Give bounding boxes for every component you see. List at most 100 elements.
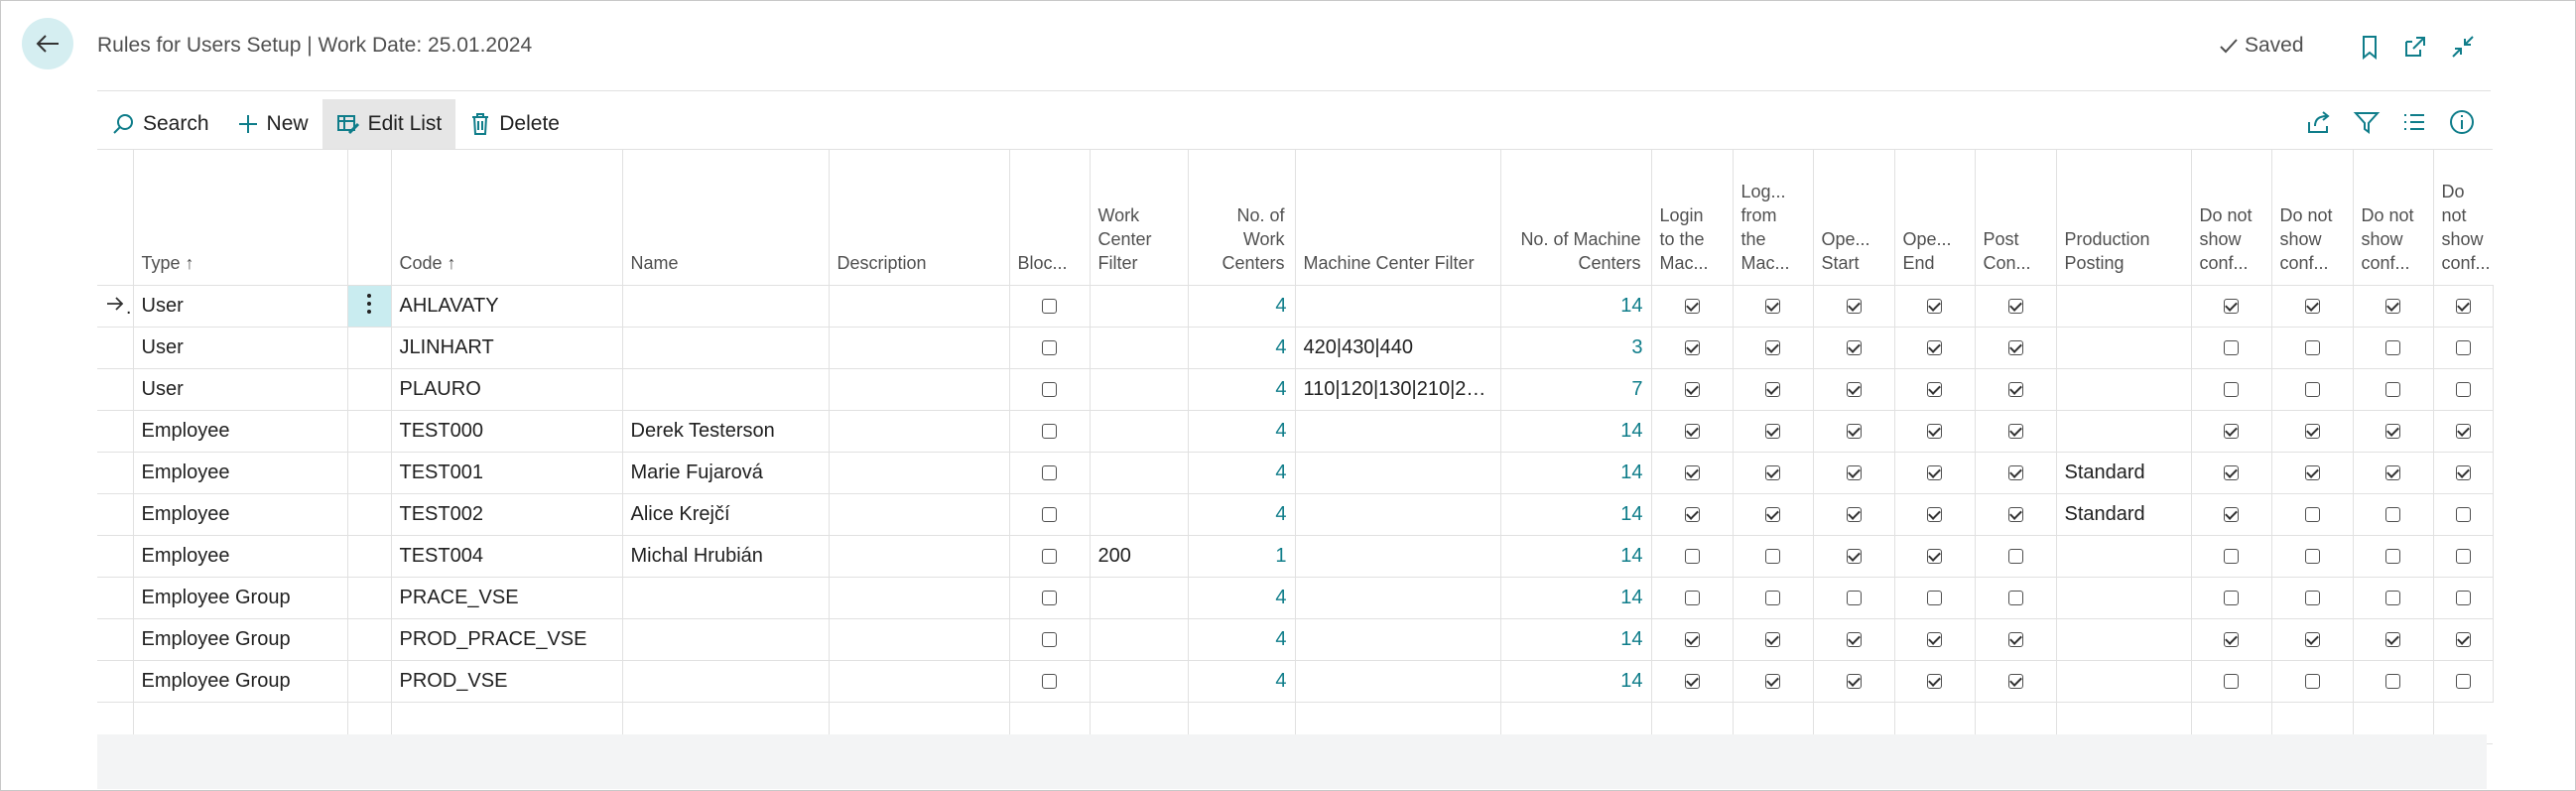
cell-no-machine-centers[interactable]: 14	[1499, 535, 1651, 578]
do-not-show-checkbox[interactable]	[2455, 382, 2471, 398]
cell-post[interactable]	[1974, 285, 2056, 328]
op_start-checkbox[interactable]	[1846, 382, 1862, 398]
blocked-checkbox[interactable]	[1042, 424, 1057, 440]
cell-op_start[interactable]	[1812, 493, 1894, 536]
login-checkbox[interactable]	[1684, 674, 1700, 690]
cell-post[interactable]	[1974, 618, 2056, 661]
op_end-checkbox[interactable]	[1927, 507, 1942, 523]
cell-description[interactable]	[828, 493, 1009, 536]
row-actions[interactable]	[346, 660, 391, 703]
cell-do-not-show-d1[interactable]	[2190, 285, 2271, 328]
login-checkbox[interactable]	[1684, 549, 1700, 565]
cell-post[interactable]	[1974, 327, 2056, 369]
do-not-show-checkbox[interactable]	[2224, 465, 2239, 481]
do-not-show-checkbox[interactable]	[2304, 549, 2320, 565]
table-row[interactable]: Employee Group PROD_PRACE_VSE 4 14	[97, 618, 2493, 661]
row-actions[interactable]	[346, 452, 391, 494]
cell-do-not-show-d2[interactable]	[2270, 493, 2353, 536]
cell-login[interactable]	[1650, 535, 1733, 578]
cell-login[interactable]	[1650, 577, 1733, 619]
cell-work-center-filter[interactable]	[1089, 660, 1188, 703]
cell-do-not-show-d1[interactable]	[2190, 452, 2271, 494]
col-post-consumption[interactable]: Post Con...	[1974, 149, 2056, 286]
cell-no-work-centers[interactable]: 4	[1187, 327, 1295, 369]
cell-do-not-show-d4[interactable]	[2432, 452, 2493, 494]
cell-post[interactable]	[1974, 660, 2056, 703]
cell-do-not-show-d4[interactable]	[2432, 577, 2493, 619]
do-not-show-checkbox[interactable]	[2455, 632, 2471, 648]
cell-op_end[interactable]	[1893, 452, 1975, 494]
cell-type[interactable]: Employee Group	[132, 577, 347, 619]
cell-post[interactable]	[1974, 493, 2056, 536]
cell-post[interactable]	[1974, 577, 2056, 619]
cell-no-machine-centers[interactable]: 14	[1499, 410, 1651, 453]
cell-no-work-centers[interactable]: 4	[1187, 368, 1295, 411]
cell-logout[interactable]	[1732, 368, 1813, 411]
cell-do-not-show-d3[interactable]	[2352, 368, 2433, 411]
logout-checkbox[interactable]	[1765, 382, 1780, 398]
cell-name[interactable]: Marie Fujarová	[621, 452, 829, 494]
cell-op_end[interactable]	[1893, 368, 1975, 411]
login-checkbox[interactable]	[1684, 465, 1700, 481]
cell-code[interactable]: TEST001	[390, 452, 622, 494]
cell-do-not-show-d3[interactable]	[2352, 285, 2433, 328]
op_start-checkbox[interactable]	[1846, 674, 1862, 690]
blocked-checkbox[interactable]	[1042, 507, 1057, 523]
op_end-checkbox[interactable]	[1927, 465, 1942, 481]
cell-post[interactable]	[1974, 368, 2056, 411]
cell-do-not-show-d4[interactable]	[2432, 327, 2493, 369]
cell-type[interactable]: Employee	[132, 452, 347, 494]
login-checkbox[interactable]	[1684, 424, 1700, 440]
login-checkbox[interactable]	[1684, 591, 1700, 606]
logout-checkbox[interactable]	[1765, 591, 1780, 606]
cell-name[interactable]: Derek Testerson	[621, 410, 829, 453]
do-not-show-checkbox[interactable]	[2304, 465, 2320, 481]
post-checkbox[interactable]	[2007, 674, 2023, 690]
cell-logout[interactable]	[1732, 493, 1813, 536]
row-selector[interactable]	[97, 660, 133, 703]
col-do-not-show-conf-4[interactable]: Do not show conf...	[2432, 149, 2493, 286]
cell-no-work-centers[interactable]: 4	[1187, 410, 1295, 453]
op_start-checkbox[interactable]	[1846, 591, 1862, 606]
cell-code[interactable]: TEST004	[390, 535, 622, 578]
cell-do-not-show-d2[interactable]	[2270, 368, 2353, 411]
op_start-checkbox[interactable]	[1846, 507, 1862, 523]
cell-do-not-show-d3[interactable]	[2352, 452, 2433, 494]
do-not-show-checkbox[interactable]	[2455, 507, 2471, 523]
table-row[interactable]: Employee TEST002 Alice Krejčí 4 14 Standard	[97, 493, 2493, 536]
do-not-show-checkbox[interactable]	[2304, 507, 2320, 523]
col-operation-end[interactable]: Ope... End	[1893, 149, 1975, 286]
cell-login[interactable]	[1650, 327, 1733, 369]
do-not-show-checkbox[interactable]	[2304, 382, 2320, 398]
list-view-icon[interactable]	[2399, 107, 2429, 137]
cell-no-machine-centers[interactable]: 14	[1499, 618, 1651, 661]
cell-work-center-filter[interactable]: 200	[1089, 535, 1188, 578]
cell-op_start[interactable]	[1812, 368, 1894, 411]
row-actions[interactable]	[346, 285, 391, 328]
table-row[interactable]: Employee Group PROD_VSE 4 14	[97, 660, 2493, 703]
blocked-checkbox[interactable]	[1042, 549, 1057, 565]
cell-do-not-show-d1[interactable]	[2190, 535, 2271, 578]
op_start-checkbox[interactable]	[1846, 549, 1862, 565]
cell-work-center-filter[interactable]	[1089, 618, 1188, 661]
row-selector[interactable]	[97, 368, 133, 411]
cell-logout[interactable]	[1732, 285, 1813, 328]
post-checkbox[interactable]	[2007, 632, 2023, 648]
row-actions[interactable]	[346, 368, 391, 411]
cell-machine-center-filter[interactable]	[1294, 577, 1500, 619]
logout-checkbox[interactable]	[1765, 632, 1780, 648]
op_end-checkbox[interactable]	[1927, 549, 1942, 565]
cell-work-center-filter[interactable]	[1089, 577, 1188, 619]
cell-no-work-centers[interactable]: 4	[1187, 660, 1295, 703]
do-not-show-checkbox[interactable]	[2304, 632, 2320, 648]
cell-logout[interactable]	[1732, 452, 1813, 494]
cell-do-not-show-d4[interactable]	[2432, 535, 2493, 578]
do-not-show-checkbox[interactable]	[2385, 549, 2400, 565]
cell-code[interactable]: PLAURO	[390, 368, 622, 411]
cell-logout[interactable]	[1732, 660, 1813, 703]
do-not-show-checkbox[interactable]	[2385, 591, 2400, 606]
cell-post[interactable]	[1974, 410, 2056, 453]
cell-code[interactable]: PRACE_VSE	[390, 577, 622, 619]
table-row[interactable]: User PLAURO 4 110|120|130|210|22... 7	[97, 368, 2493, 411]
cell-machine-center-filter[interactable]: 420|430|440	[1294, 327, 1500, 369]
